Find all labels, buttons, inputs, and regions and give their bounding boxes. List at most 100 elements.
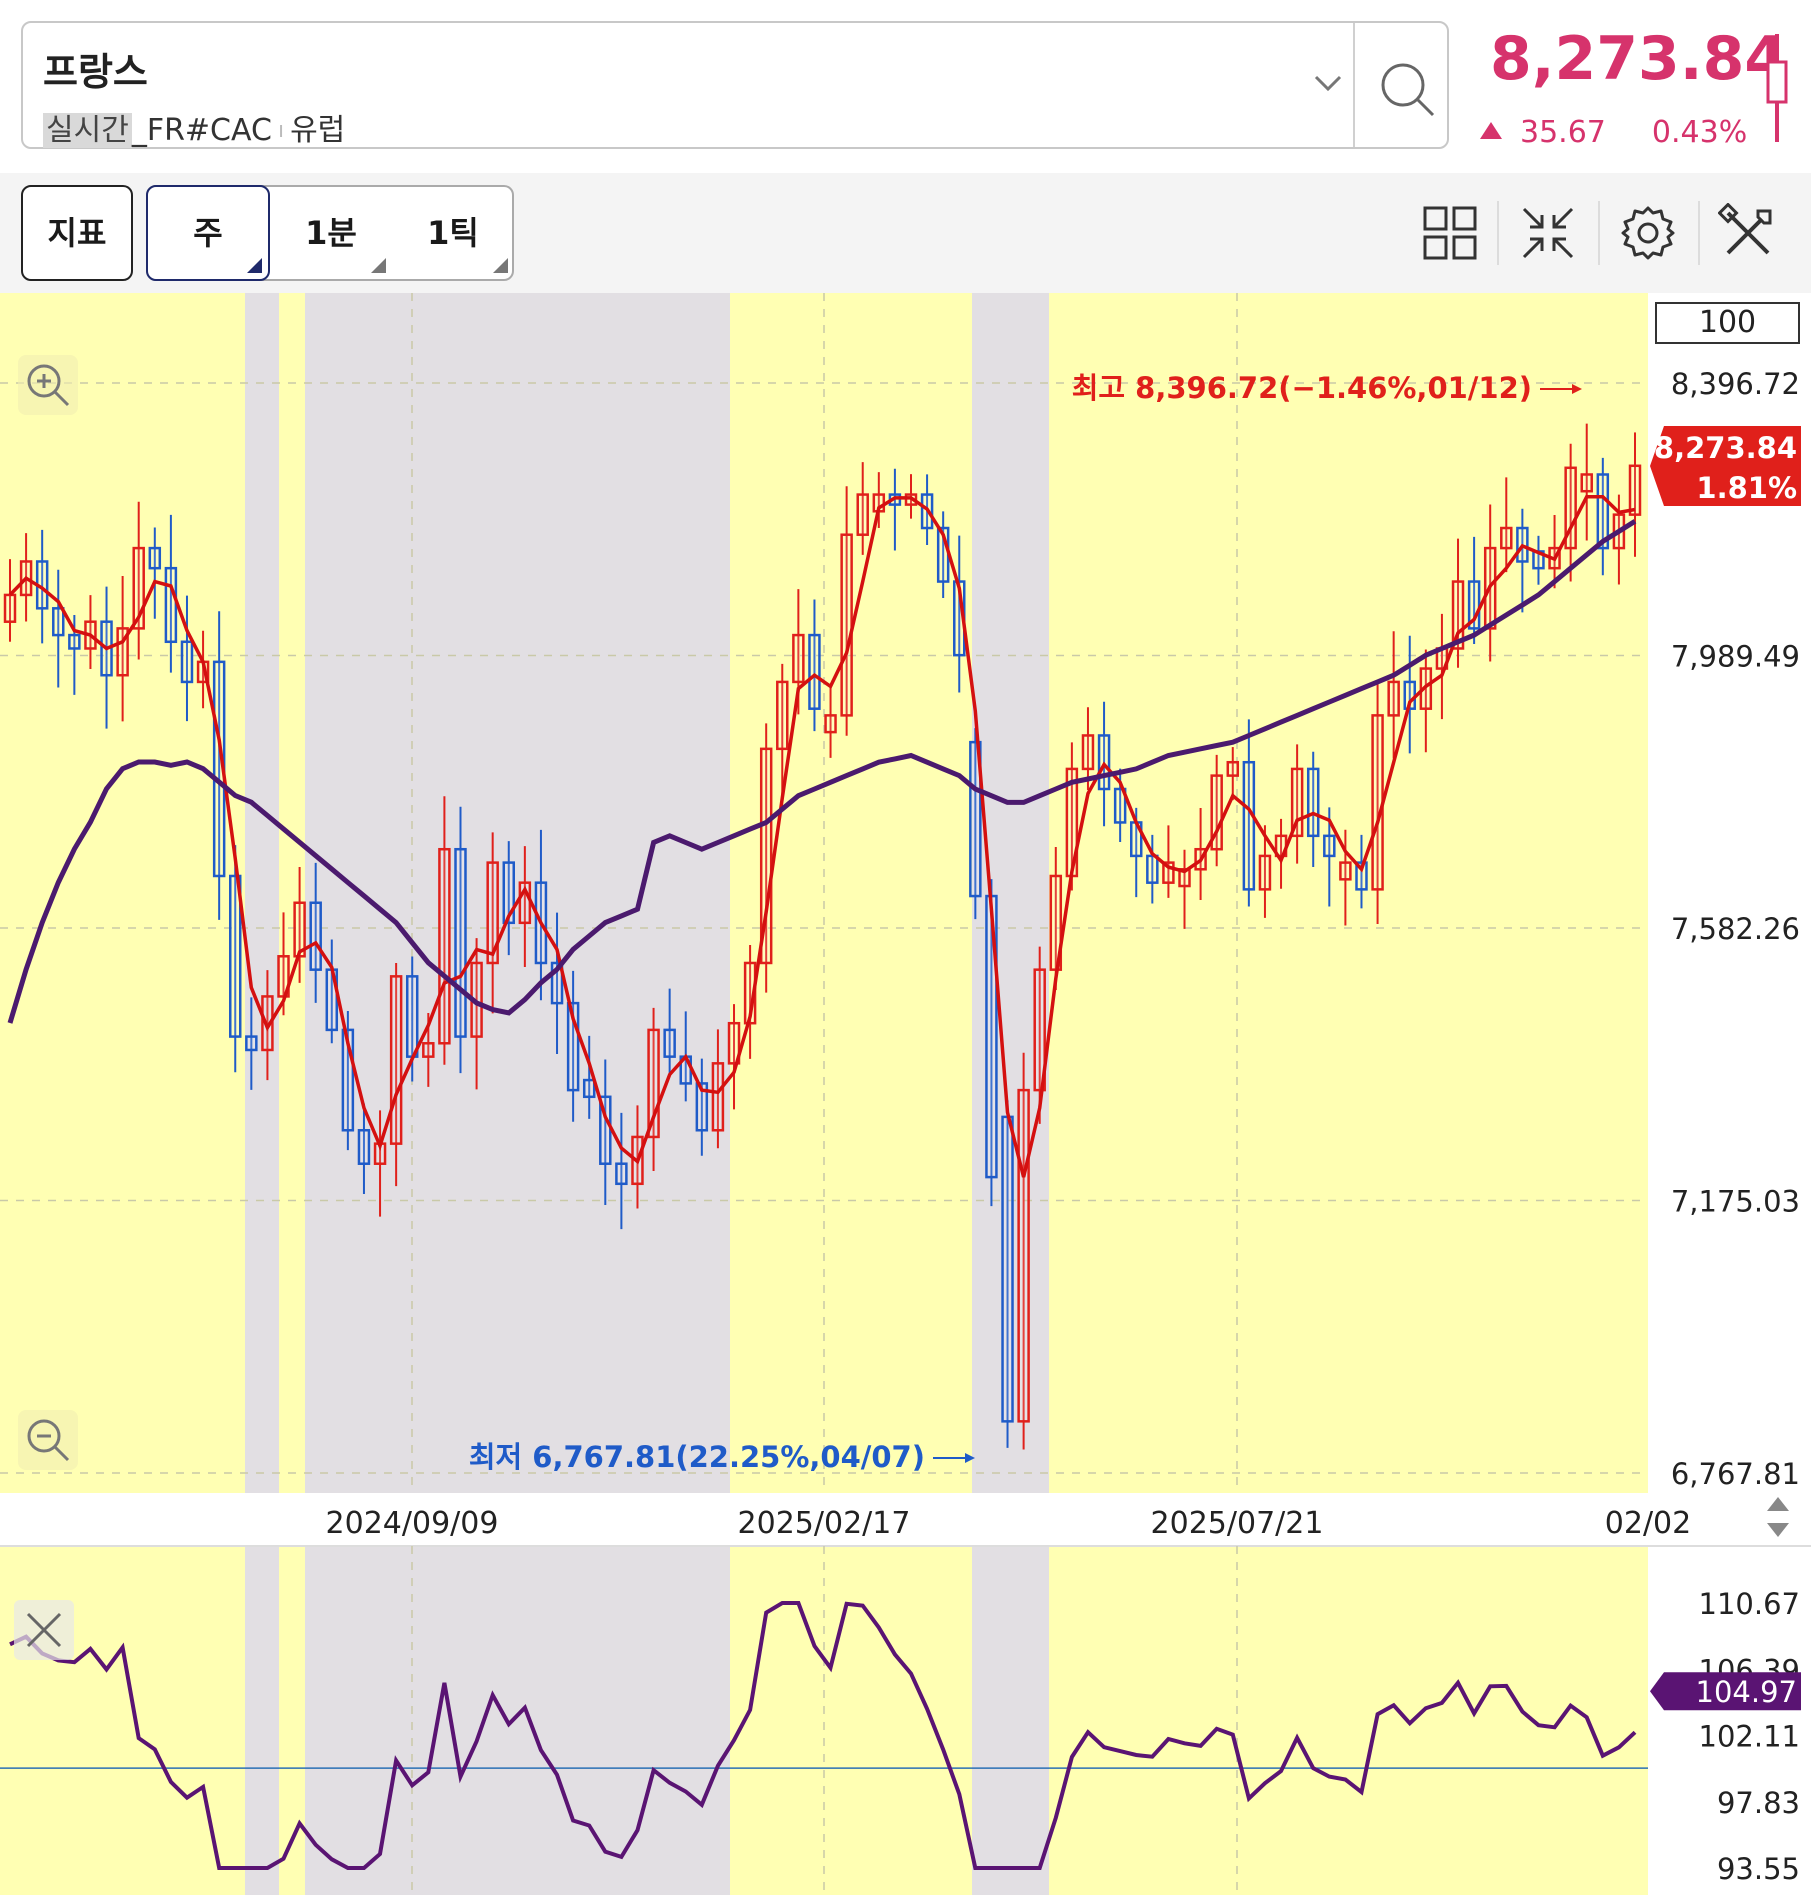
chevron-down-icon[interactable] [1308,63,1348,103]
indicator-button[interactable]: 지표 [21,185,133,281]
symbol-region: 유럽 [290,113,346,148]
candle-body [68,633,81,650]
candle-body [582,1078,596,1099]
candle-body [389,975,403,1145]
candle-body [357,1129,371,1165]
candle-body [776,680,789,751]
candle-body [1387,680,1400,717]
candle-body [3,593,17,623]
corner-triangle-icon [371,258,386,273]
candle-body [1628,464,1642,516]
candle-body [438,847,451,1045]
scroll-arrows-icon[interactable] [1755,1493,1801,1541]
candle-body [808,633,821,710]
toolbar-separator [1698,201,1700,265]
period-1min-label: 1분 [305,214,357,252]
candle-body [824,714,837,734]
candle-body [148,546,162,570]
price-chart[interactable]: 8,396.72 7,989.49 7,582.26 7,175.03 6,767.81… [0,293,1811,1895]
collapse-icon[interactable] [1518,203,1578,263]
candle-body [1146,854,1159,884]
indicator-tick-label: 110.67 [1699,1587,1800,1621]
visible-count-box[interactable]: 100 [1655,302,1800,344]
candle-body [856,493,869,536]
settings-gear-icon[interactable] [1618,203,1678,263]
symbol-code: _FR#CAC [131,113,272,148]
candle-body [1001,1115,1014,1423]
candle-body [309,901,322,971]
close-indicator-icon[interactable] [14,1600,74,1660]
symbol-search-box[interactable]: 프랑스 실시간 _FR#CAC ı 유럽 [21,21,1449,149]
chart-background [0,293,1811,1895]
candle-body [245,1035,258,1052]
period-1tick-label: 1틱 [427,214,479,252]
candle-body [615,1162,628,1186]
candle-body [1306,767,1320,838]
indicator-current-value: 104.97 [1696,1675,1797,1709]
corner-triangle-icon [247,258,262,273]
toolbar-separator [1497,201,1499,265]
indicator-tick-label: 97.83 [1717,1786,1800,1820]
current-price: 8,273.84 [1490,24,1787,94]
gray-band [305,1546,730,1895]
low-annotation: 최저 6,767.81(22.25%,04/07) [469,1440,925,1474]
candle-body [405,975,419,1058]
candle-body [422,1042,435,1058]
zoom-out-icon[interactable] [18,1410,78,1470]
period-week-label: 주 [193,214,223,252]
candle-body [454,847,467,1038]
candle-body [1017,1088,1030,1423]
period-selector: 주 1분 1틱 [146,185,514,281]
candle-body [1339,861,1352,881]
price-change: 35.67 [1520,115,1606,150]
gray-band [245,293,279,1493]
candle-body [711,1062,725,1132]
chart-toolbar: 지표 주 1분 1틱 [0,173,1811,293]
price-tick-label: 7,175.03 [1671,1185,1800,1219]
up-arrow-icon [1480,122,1502,139]
current-price-tag-value: 8,273.84 [1654,431,1797,465]
candle [1017,1052,1030,1450]
tools-icon[interactable] [1718,203,1778,263]
candle-body [1226,760,1240,777]
candle [1001,1100,1014,1448]
date-tick-label: 2025/02/17 [738,1506,911,1541]
price-tick-label: 7,582.26 [1671,912,1800,946]
period-1min-button[interactable]: 1분 [270,187,392,279]
symbol-subtitle: 실시간 _FR#CAC ı 유럽 [43,105,345,149]
zoom-in-icon[interactable] [18,355,78,415]
price-tick-label: 6,767.81 [1671,1457,1800,1491]
indicator-tick-label: 102.11 [1699,1720,1800,1754]
indicator-tick-label: 93.55 [1717,1852,1800,1886]
candle-body [1242,760,1256,891]
grid-layout-icon[interactable] [1420,203,1480,263]
symbol-name: 프랑스 [43,50,148,94]
price-tick-label: 7,989.49 [1671,640,1800,674]
date-tick-label: 2024/09/09 [326,1506,499,1541]
price-change-row: 35.67 0.43% [1480,115,1747,150]
realtime-badge: 실시간 [43,113,132,148]
search-icon[interactable] [1373,55,1443,125]
candle-body [1580,473,1593,493]
mini-candle-icon [1766,34,1788,142]
candle-body [663,1028,676,1058]
candle-body [840,533,853,717]
date-tick-label: 02/02 [1605,1506,1691,1541]
price-change-percent: 0.43% [1651,115,1748,150]
candle-body [1258,854,1272,891]
date-tick-label: 2025/07/21 [1151,1506,1324,1541]
period-week-button[interactable]: 주 [146,185,270,281]
period-1tick-button[interactable]: 1틱 [392,187,514,279]
high-annotation: 최고 8,396.72(−1.46%,01/12) [1072,371,1532,405]
gray-band [972,1546,1049,1895]
candle-body [1323,834,1336,858]
candle-body [1371,714,1384,891]
corner-triangle-icon [493,258,508,273]
candle-body [792,633,805,684]
candle-body [1081,734,1095,771]
candle-body [52,607,65,637]
toolbar-separator [1598,201,1600,265]
price-tick-label: 8,396.72 [1671,367,1800,401]
candle-body [164,566,178,644]
search-divider [1353,23,1355,147]
